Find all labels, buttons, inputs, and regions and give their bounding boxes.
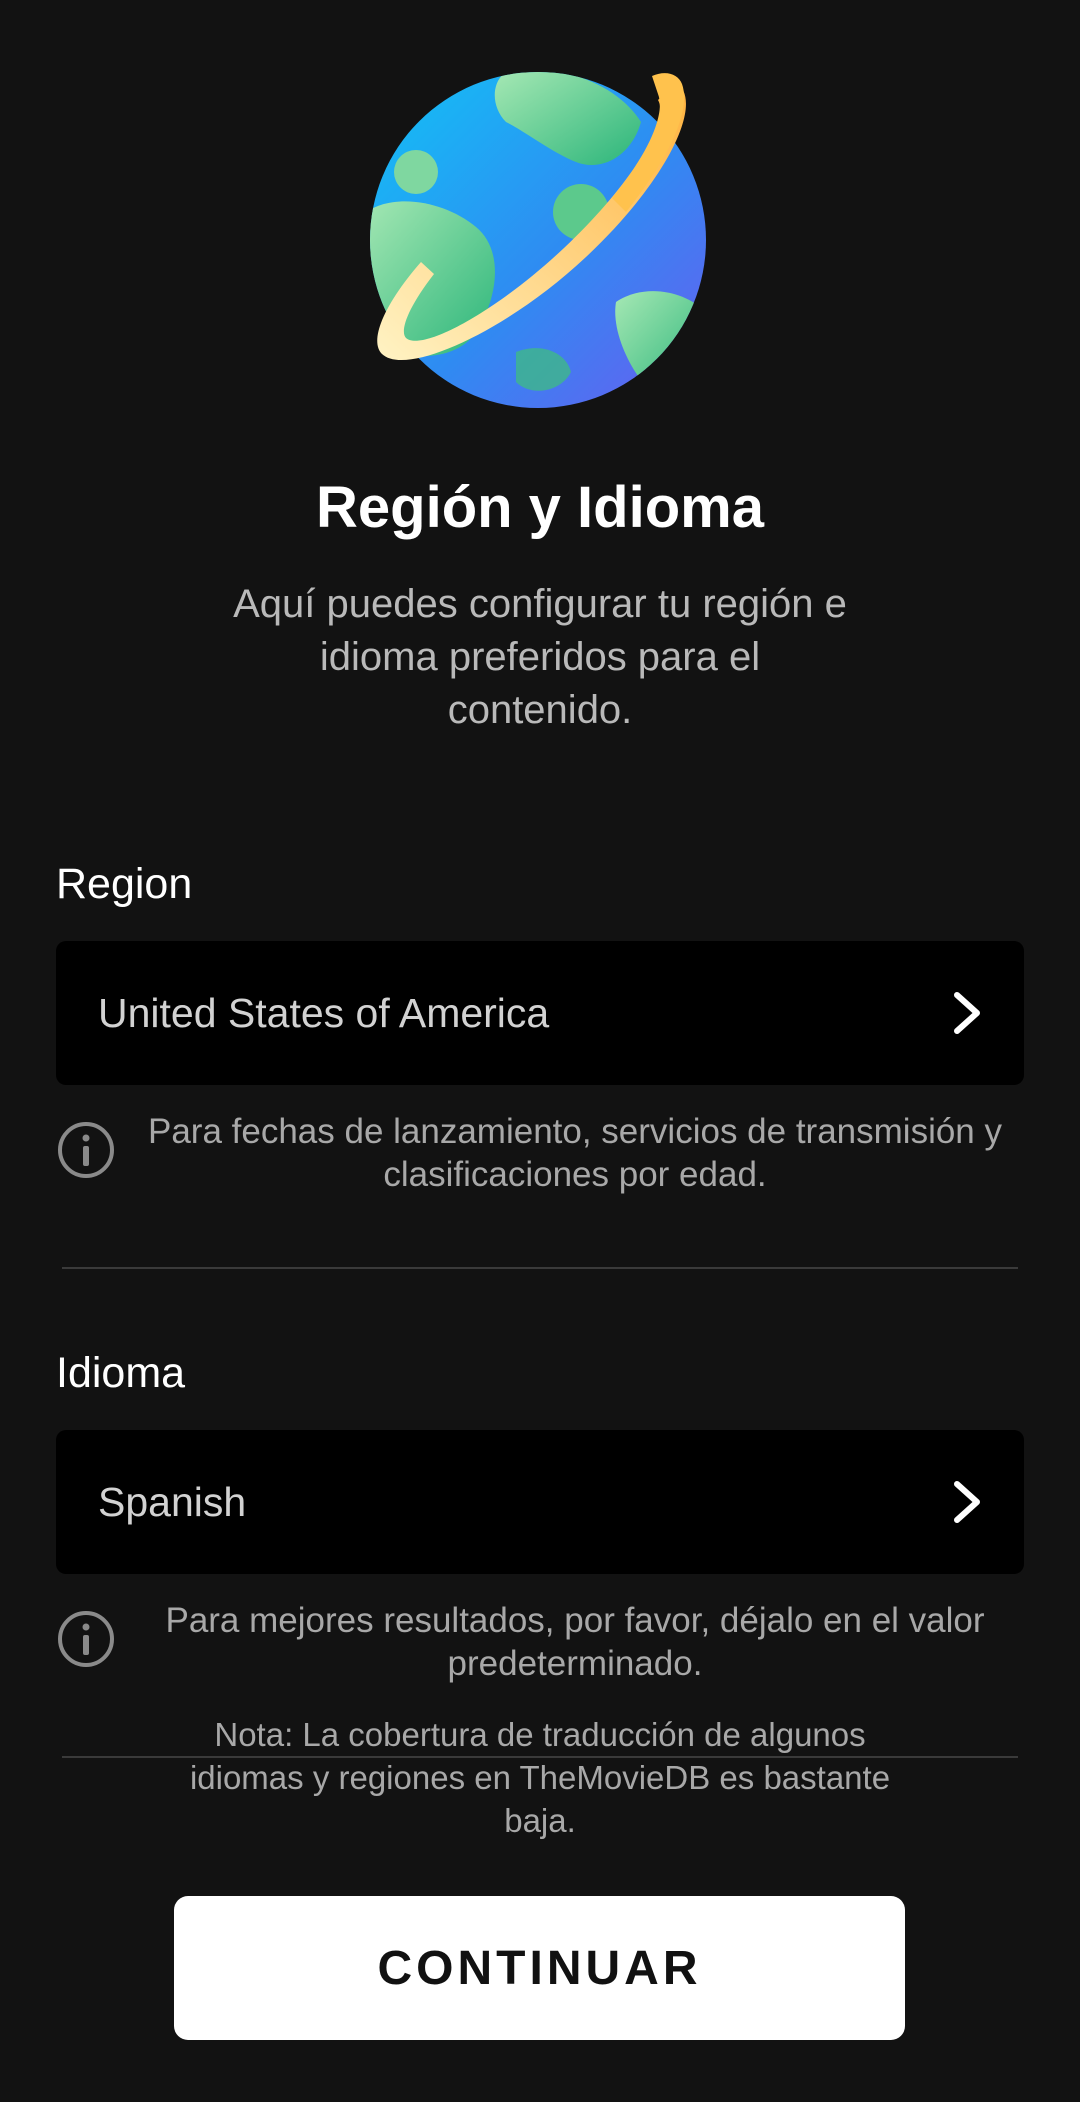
section-divider bbox=[62, 1267, 1018, 1269]
language-selector[interactable]: Spanish bbox=[56, 1430, 1024, 1574]
globe-planet-icon bbox=[370, 72, 706, 408]
region-section-label: Region bbox=[56, 860, 193, 908]
page-subtitle: Aquí puedes configurar tu región e idiom… bbox=[233, 582, 847, 732]
chevron-right-icon bbox=[954, 992, 980, 1034]
language-hint: Para mejores resultados, por favor, déja… bbox=[56, 1599, 1024, 1685]
region-selector[interactable]: United States of America bbox=[56, 941, 1024, 1085]
region-selector-value: United States of America bbox=[98, 989, 550, 1036]
region-hint: Para fechas de lanzamiento, servicios de… bbox=[56, 1110, 1024, 1196]
page-title: Región y Idioma bbox=[316, 475, 764, 540]
info-icon bbox=[58, 1122, 114, 1178]
language-selector-value: Spanish bbox=[98, 1478, 247, 1525]
language-hint-text: Para mejores resultados, por favor, déja… bbox=[165, 1601, 985, 1683]
region-hint-text: Para fechas de lanzamiento, servicios de… bbox=[147, 1112, 1002, 1194]
language-section-label: Idioma bbox=[56, 1349, 186, 1397]
info-icon bbox=[58, 1611, 114, 1667]
translation-note: Nota: La cobertura de traducción de algu… bbox=[189, 1716, 891, 1839]
continue-button[interactable]: CONTINUAR bbox=[174, 1896, 905, 2040]
chevron-right-icon bbox=[954, 1481, 980, 1523]
